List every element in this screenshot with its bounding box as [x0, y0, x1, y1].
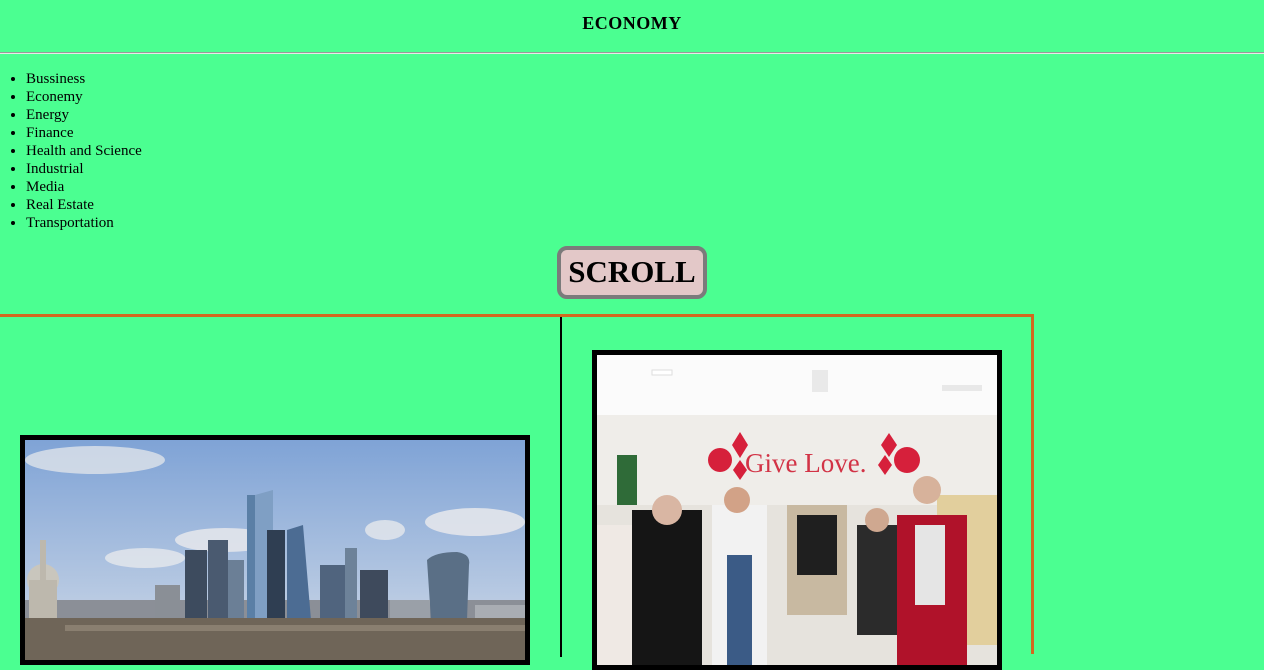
nav-item-economy[interactable]: Econemy — [26, 88, 1264, 106]
nav-item-label[interactable]: Econemy — [26, 89, 83, 105]
nav-item-industrial[interactable]: Industrial — [26, 160, 1264, 178]
page-header: ECONOMY — [0, 0, 1264, 46]
scroll-button[interactable]: SCROLL — [557, 246, 707, 299]
department-store-photo: Give Love. — [592, 350, 1002, 670]
scroll-button-container: SCROLL — [0, 246, 1264, 299]
nav-item-label[interactable]: Bussiness — [26, 71, 85, 87]
city-skyline-image — [25, 440, 525, 660]
city-skyline-photo — [20, 435, 530, 665]
nav-item-label[interactable]: Transportation — [26, 215, 114, 231]
nav-item-media[interactable]: Media — [26, 178, 1264, 196]
category-nav-list: Bussiness Econemy Energy Finance Health … — [0, 70, 1264, 232]
nav-item-business[interactable]: Bussiness — [26, 70, 1264, 88]
header-divider — [0, 52, 1264, 54]
nav-item-health-science[interactable]: Health and Science — [26, 142, 1264, 160]
nav-item-label[interactable]: Finance — [26, 125, 73, 141]
image-gallery[interactable]: Give Love. — [0, 314, 1034, 670]
nav-item-label[interactable]: Real Estate — [26, 197, 94, 213]
nav-item-energy[interactable]: Energy — [26, 106, 1264, 124]
nav-item-real-estate[interactable]: Real Estate — [26, 196, 1264, 214]
department-store-image: Give Love. — [597, 355, 997, 665]
nav-item-label[interactable]: Media — [26, 179, 64, 195]
nav-item-transportation[interactable]: Transportation — [26, 214, 1264, 232]
nav-item-label[interactable]: Industrial — [26, 161, 84, 177]
nav-item-finance[interactable]: Finance — [26, 124, 1264, 142]
nav-item-label[interactable]: Health and Science — [26, 143, 142, 159]
nav-item-label[interactable]: Energy — [26, 107, 69, 123]
gallery-divider — [560, 317, 562, 657]
store-sign-text: Give Love. — [745, 448, 866, 478]
page-title: ECONOMY — [582, 12, 682, 33]
